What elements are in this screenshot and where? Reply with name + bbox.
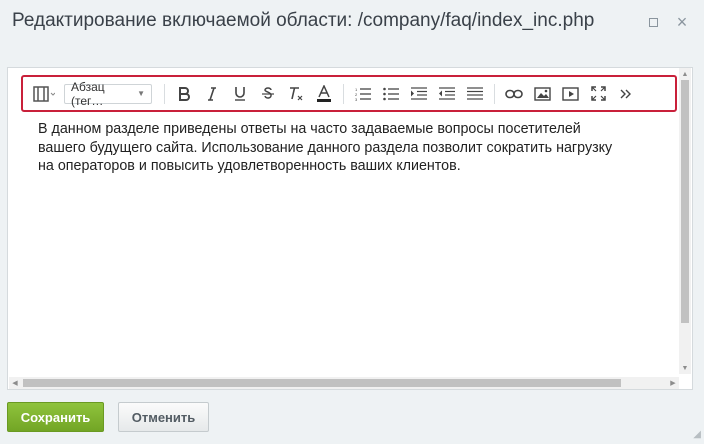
double-chevron-right-icon <box>620 89 631 98</box>
italic-button[interactable] <box>201 83 223 105</box>
link-icon <box>505 89 523 98</box>
outdent-icon <box>439 86 455 100</box>
underline-icon <box>235 87 245 101</box>
outdent-button[interactable] <box>436 83 458 105</box>
horizontal-scrollbar[interactable]: ◀ ▶ <box>9 377 679 389</box>
fullscreen-button[interactable] <box>587 83 609 105</box>
close-icon[interactable]: × <box>674 13 690 31</box>
vertical-scrollbar[interactable]: ▲ ▼ <box>679 68 691 374</box>
cancel-button[interactable]: Отменить <box>118 402 209 432</box>
link-button[interactable] <box>503 83 525 105</box>
image-button[interactable] <box>531 83 553 105</box>
strikethrough-button[interactable] <box>257 83 279 105</box>
dialog-titlebar: Редактирование включаемой области: /comp… <box>0 0 704 46</box>
format-dropdown-label: Абзац (тег… <box>71 79 105 108</box>
content-line: на операторов и повысить удовлетвореннос… <box>38 158 461 174</box>
bold-icon <box>179 86 190 101</box>
view-mode-icon <box>33 85 55 102</box>
ordered-list-icon: 123 <box>355 87 371 101</box>
view-mode-button[interactable] <box>33 83 55 105</box>
remove-format-button[interactable] <box>285 83 307 105</box>
svg-text:3: 3 <box>355 97 358 101</box>
html-editor: Абзац (тег… ▼ 123 В данном разделе приве… <box>7 67 693 390</box>
fullscreen-icon <box>590 86 606 101</box>
toolbar-divider <box>343 83 344 104</box>
horizontal-scroll-thumb[interactable] <box>23 379 621 387</box>
more-button[interactable] <box>615 83 637 105</box>
scroll-up-icon[interactable]: ▲ <box>679 68 691 80</box>
maximize-icon[interactable] <box>645 14 661 30</box>
dialog-title: Редактирование включаемой области: /comp… <box>12 10 595 31</box>
bold-button[interactable] <box>173 83 195 105</box>
editor-toolbar: Абзац (тег… ▼ 123 <box>21 75 677 112</box>
text-color-icon <box>317 85 331 102</box>
toolbar-divider <box>494 83 495 104</box>
italic-icon <box>208 86 216 101</box>
video-icon <box>561 86 579 101</box>
bullet-list-button[interactable] <box>380 83 402 105</box>
image-icon <box>533 86 551 101</box>
video-button[interactable] <box>559 83 581 105</box>
editor-content[interactable]: В данном разделе приведены ответы на час… <box>38 120 682 360</box>
ordered-list-button[interactable]: 123 <box>352 83 374 105</box>
align-button[interactable] <box>464 83 486 105</box>
chevron-down-icon: ▼ <box>137 89 145 98</box>
content-line: вашего будущего сайта. Использование дан… <box>38 139 613 156</box>
indent-button[interactable] <box>408 83 430 105</box>
indent-icon <box>411 86 427 100</box>
format-dropdown[interactable]: Абзац (тег… ▼ <box>64 80 152 108</box>
scroll-left-icon[interactable]: ◀ <box>9 377 21 389</box>
align-justify-icon <box>467 86 483 100</box>
resize-grip-icon[interactable]: ◢ <box>689 429 701 441</box>
save-button[interactable]: Сохранить <box>7 402 104 432</box>
bullet-list-icon <box>383 87 399 100</box>
scroll-right-icon[interactable]: ▶ <box>667 377 679 389</box>
text-color-button[interactable] <box>313 83 335 105</box>
remove-format-icon <box>290 86 303 100</box>
toolbar-divider <box>164 83 165 104</box>
strikethrough-icon <box>262 86 274 99</box>
vertical-scroll-thumb[interactable] <box>681 80 689 323</box>
underline-button[interactable] <box>229 83 251 105</box>
content-line: В данном разделе приведены ответы на час… <box>38 121 581 137</box>
scroll-down-icon[interactable]: ▼ <box>679 362 691 374</box>
